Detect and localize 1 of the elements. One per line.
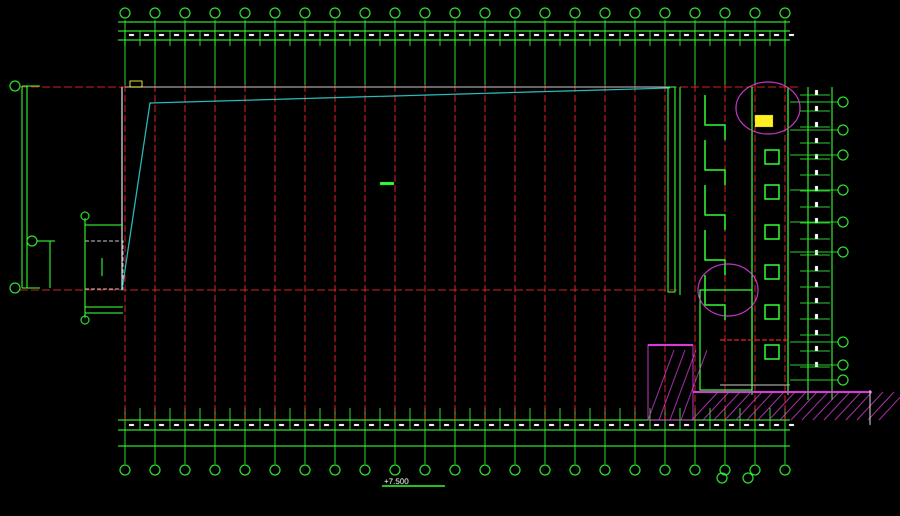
level-label: +7.500	[384, 477, 409, 486]
